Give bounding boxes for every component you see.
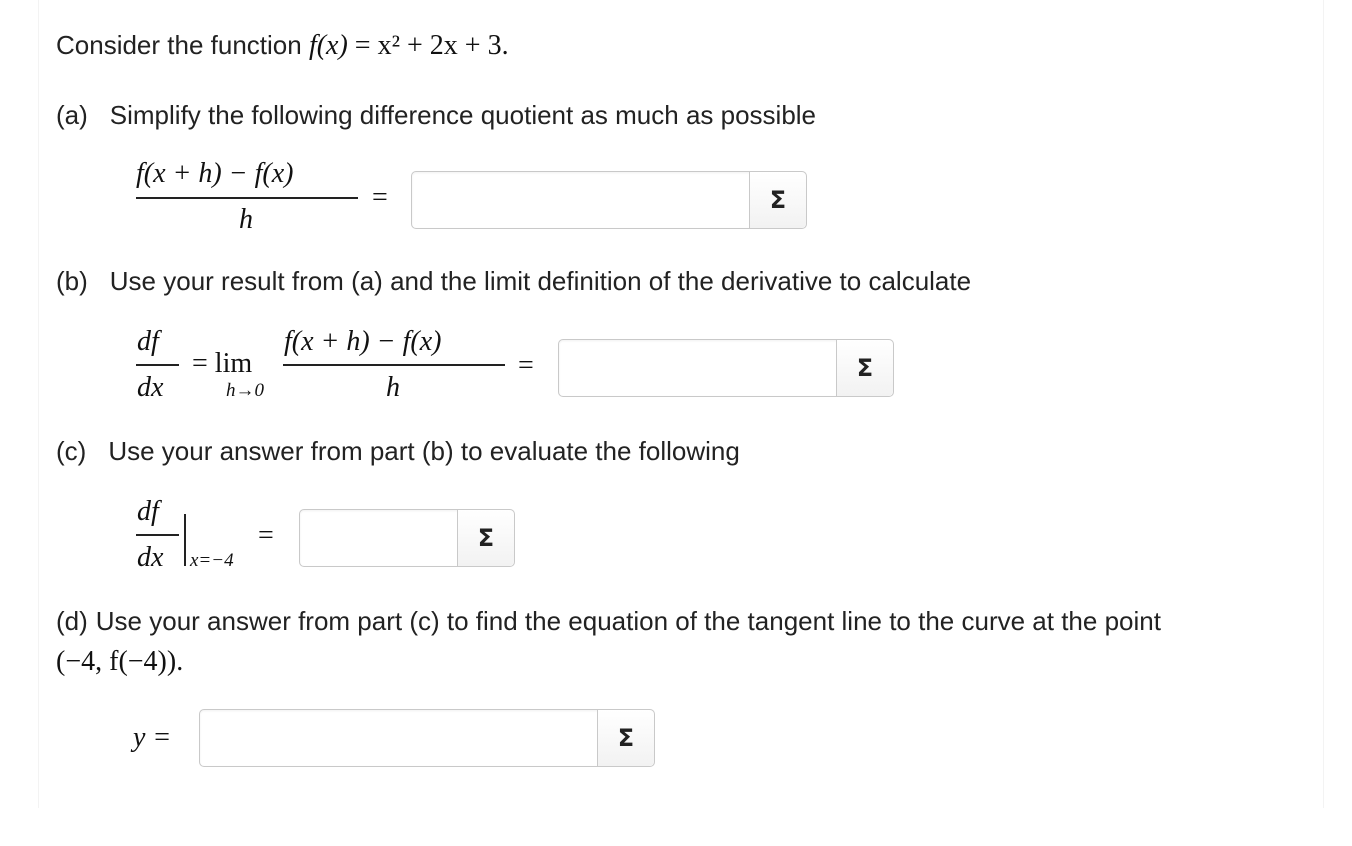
- sigma-icon: Σ: [769, 186, 787, 214]
- part-c-df: df: [137, 496, 159, 527]
- sigma-icon: Σ: [617, 724, 635, 752]
- part-a-fraction-bar: [136, 197, 358, 199]
- part-b-limit-subscript: h→0: [226, 380, 264, 401]
- part-b-equals-lim: = lim: [192, 348, 253, 379]
- part-a-text: Simplify the following difference quotie…: [109, 100, 817, 130]
- part-b-equals: =: [518, 350, 534, 381]
- sigma-icon: Σ: [856, 354, 874, 382]
- part-b-dx: dx: [137, 372, 164, 403]
- part-a-label: (a): [56, 100, 88, 130]
- part-c-text: Use your answer from part (b) to evaluat…: [108, 436, 740, 466]
- part-c-sigma-button[interactable]: Σ: [457, 510, 514, 566]
- part-b-answer-input[interactable]: [559, 340, 845, 396]
- part-a-denominator: h: [239, 204, 253, 235]
- part-b-numerator: f(x + h) − f(x): [284, 326, 442, 357]
- part-d-label: (d): [56, 606, 88, 636]
- part-c-evaluation-bar: [184, 514, 186, 566]
- function-definition: = x² + 2x + 3.: [354, 30, 509, 61]
- part-a-equals: =: [372, 182, 388, 213]
- function-name: f(x): [308, 30, 348, 61]
- part-b-sigma-button[interactable]: Σ: [836, 340, 893, 396]
- part-b-label: (b): [56, 266, 88, 296]
- part-b-df-bar: [136, 364, 179, 366]
- part-c-evaluation-subscript: x=−4: [190, 550, 234, 571]
- part-a-prompt: (a) Simplify the following difference quo…: [56, 100, 816, 131]
- part-b-text: Use your result from (a) and the limit d…: [109, 266, 972, 296]
- part-d-prompt: (d) Use your answer from part (c) to find…: [56, 606, 1161, 637]
- part-b-fraction-bar: [283, 364, 505, 366]
- part-b-prompt: (b) Use your result from (a) and the limi…: [56, 266, 971, 297]
- part-a-sigma-button[interactable]: Σ: [749, 172, 806, 228]
- part-c-df-bar: [136, 534, 179, 536]
- part-c-label: (c): [56, 436, 87, 466]
- part-d-answer-box: Σ: [199, 709, 655, 767]
- part-c-prompt: (c) Use your answer from part (b) to eval…: [56, 436, 740, 467]
- part-a-answer-box: Σ: [411, 171, 807, 229]
- part-d-point: (−4, f(−4)).: [56, 646, 184, 677]
- part-b-denominator: h: [386, 372, 400, 403]
- intro-line: Consider the function f(x) = x² + 2x + 3…: [56, 30, 509, 62]
- part-a-numerator: f(x + h) − f(x): [136, 158, 294, 189]
- part-c-dx: dx: [137, 542, 164, 573]
- part-d-text: Use your answer from part (c) to find th…: [95, 606, 1161, 636]
- part-b-answer-box: Σ: [558, 339, 894, 397]
- part-a-answer-input[interactable]: [412, 172, 758, 228]
- part-c-answer-box: Σ: [299, 509, 515, 567]
- intro-text: Consider the function: [56, 30, 309, 60]
- part-c-answer-input[interactable]: [300, 510, 466, 566]
- part-d-y-label: y =: [133, 722, 172, 753]
- part-c-equals: =: [258, 520, 274, 551]
- part-d-sigma-button[interactable]: Σ: [597, 710, 654, 766]
- part-d-answer-input[interactable]: [200, 710, 606, 766]
- part-b-df: df: [137, 326, 159, 357]
- sigma-icon: Σ: [477, 524, 495, 552]
